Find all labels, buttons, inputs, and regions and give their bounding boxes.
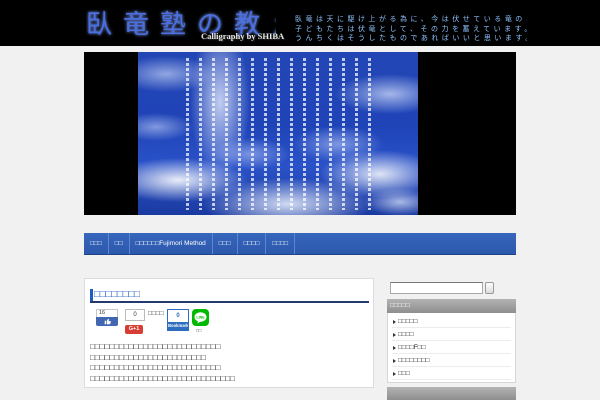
tagline-line: 子どもたちは伏竜として、その力を蓄えています。 (295, 24, 527, 33)
thumbs-up-icon (104, 318, 111, 325)
gplus-count: 0 (125, 309, 145, 321)
nav-item-6[interactable]: □□□□ (266, 233, 296, 254)
triangle-bullet-icon (393, 358, 396, 363)
triangle-bullet-icon (393, 332, 396, 337)
category-label: □□□□F□□ (398, 344, 426, 351)
logo-credit: Calligraphy by SHIBA (201, 31, 285, 41)
nav-item-2[interactable]: □□ (109, 233, 130, 254)
nav-item-4[interactable]: □□□ (213, 233, 238, 254)
widget-title (387, 387, 516, 400)
post-body-line: □□□□□□□□□□□□□□□□□□□□□□□□ (90, 352, 206, 362)
post-title[interactable]: □□□□□□□□ (94, 289, 140, 301)
widget-title: □□□□□ (387, 299, 516, 313)
category-link-4[interactable]: □□□□□□□□ (392, 354, 511, 367)
vertical-poem-overlay (185, 58, 371, 210)
nav-item-5[interactable]: □□□□ (238, 233, 267, 254)
post-body: □□□□□□□□□□□□□□□□□□□□□□□□□□□ □□□□□□□□□□□□… (90, 342, 235, 384)
tagline-line: うんちくはそうしたものであればいいと思います。（藤森平司） (295, 34, 527, 42)
thumbs-up-shape (104, 318, 111, 325)
gplus-button[interactable]: G+1 (125, 325, 143, 334)
category-link-2[interactable]: □□□□ (392, 328, 511, 341)
triangle-bullet-icon (393, 319, 396, 324)
category-label: □□□ (398, 370, 410, 377)
hatena-bookmark-button[interactable]: 0 Bookmark (167, 309, 189, 331)
nav-item-fujimori-method[interactable]: □□□□□□Fujimori Method (130, 233, 213, 254)
hero-banner (84, 52, 516, 215)
site-header: 臥竜塾の教え Calligraphy by SHIBA 臥竜は天に駆け上がる為に… (0, 0, 600, 46)
category-link-1[interactable]: □□□□□ (392, 315, 511, 328)
search-button[interactable] (485, 282, 494, 294)
main-nav: □□□ □□ □□□□□□Fujimori Method □□□ □□□□ □□… (84, 233, 516, 255)
post-body-line: □□□□□□□□□□□□□□□□□□□□□□□□□□□□□□ (90, 373, 235, 383)
header-tagline: 臥竜は天に駆け上がる為に、今は伏せている竜のごとく、 子どもたちは伏竜として、そ… (295, 15, 527, 45)
tweet-button[interactable]: □□□□ (148, 309, 164, 318)
triangle-bullet-icon (393, 371, 396, 376)
category-link-3[interactable]: □□□□F□□ (392, 341, 511, 354)
line-icon-text: LINE (196, 315, 205, 319)
line-send-label: □□ (196, 328, 202, 333)
post-body-line: □□□□□□□□□□□□□□□□□□□□□□□□□□□ (90, 342, 221, 351)
line-icon[interactable]: LINE (192, 309, 209, 326)
post-body-line: □□□□□□□□□□□□□□□□□□□□□□□□□□□ (90, 363, 221, 372)
category-label: □□□□□ (398, 318, 418, 325)
category-label: □□□□ (398, 331, 414, 338)
second-widget (387, 387, 516, 400)
widget-list: □□□□□ □□□□ □□□□F□□ □□□□□□□□ □□□ (387, 313, 516, 383)
search-input[interactable] (390, 282, 483, 294)
tagline-line: 臥竜は天に駆け上がる為に、今は伏せている竜のごとく、 (295, 15, 527, 23)
category-link-5[interactable]: □□□ (392, 367, 511, 380)
hatena-bookmark-count: 0 (176, 313, 180, 319)
triangle-bullet-icon (393, 345, 396, 350)
categories-widget: □□□□□ □□□□□ □□□□ □□□□F□□ □□□□□□□□ □□□ (387, 299, 516, 383)
facebook-like-bar (96, 317, 118, 326)
title-underline (90, 301, 369, 303)
post-card: □□□□□□□□ 16 0 G+1 □□□□ 0 Bookmark LINE □… (84, 278, 374, 388)
title-accent-bar (90, 289, 93, 301)
nav-item-1[interactable]: □□□ (84, 233, 109, 254)
category-label: □□□□□□□□ (398, 357, 430, 364)
facebook-like-button[interactable]: 16 (96, 309, 118, 326)
hatena-bookmark-label: Bookmark (168, 322, 188, 330)
facebook-like-count: 16 (96, 309, 118, 317)
cloud-sky-image (138, 52, 418, 215)
